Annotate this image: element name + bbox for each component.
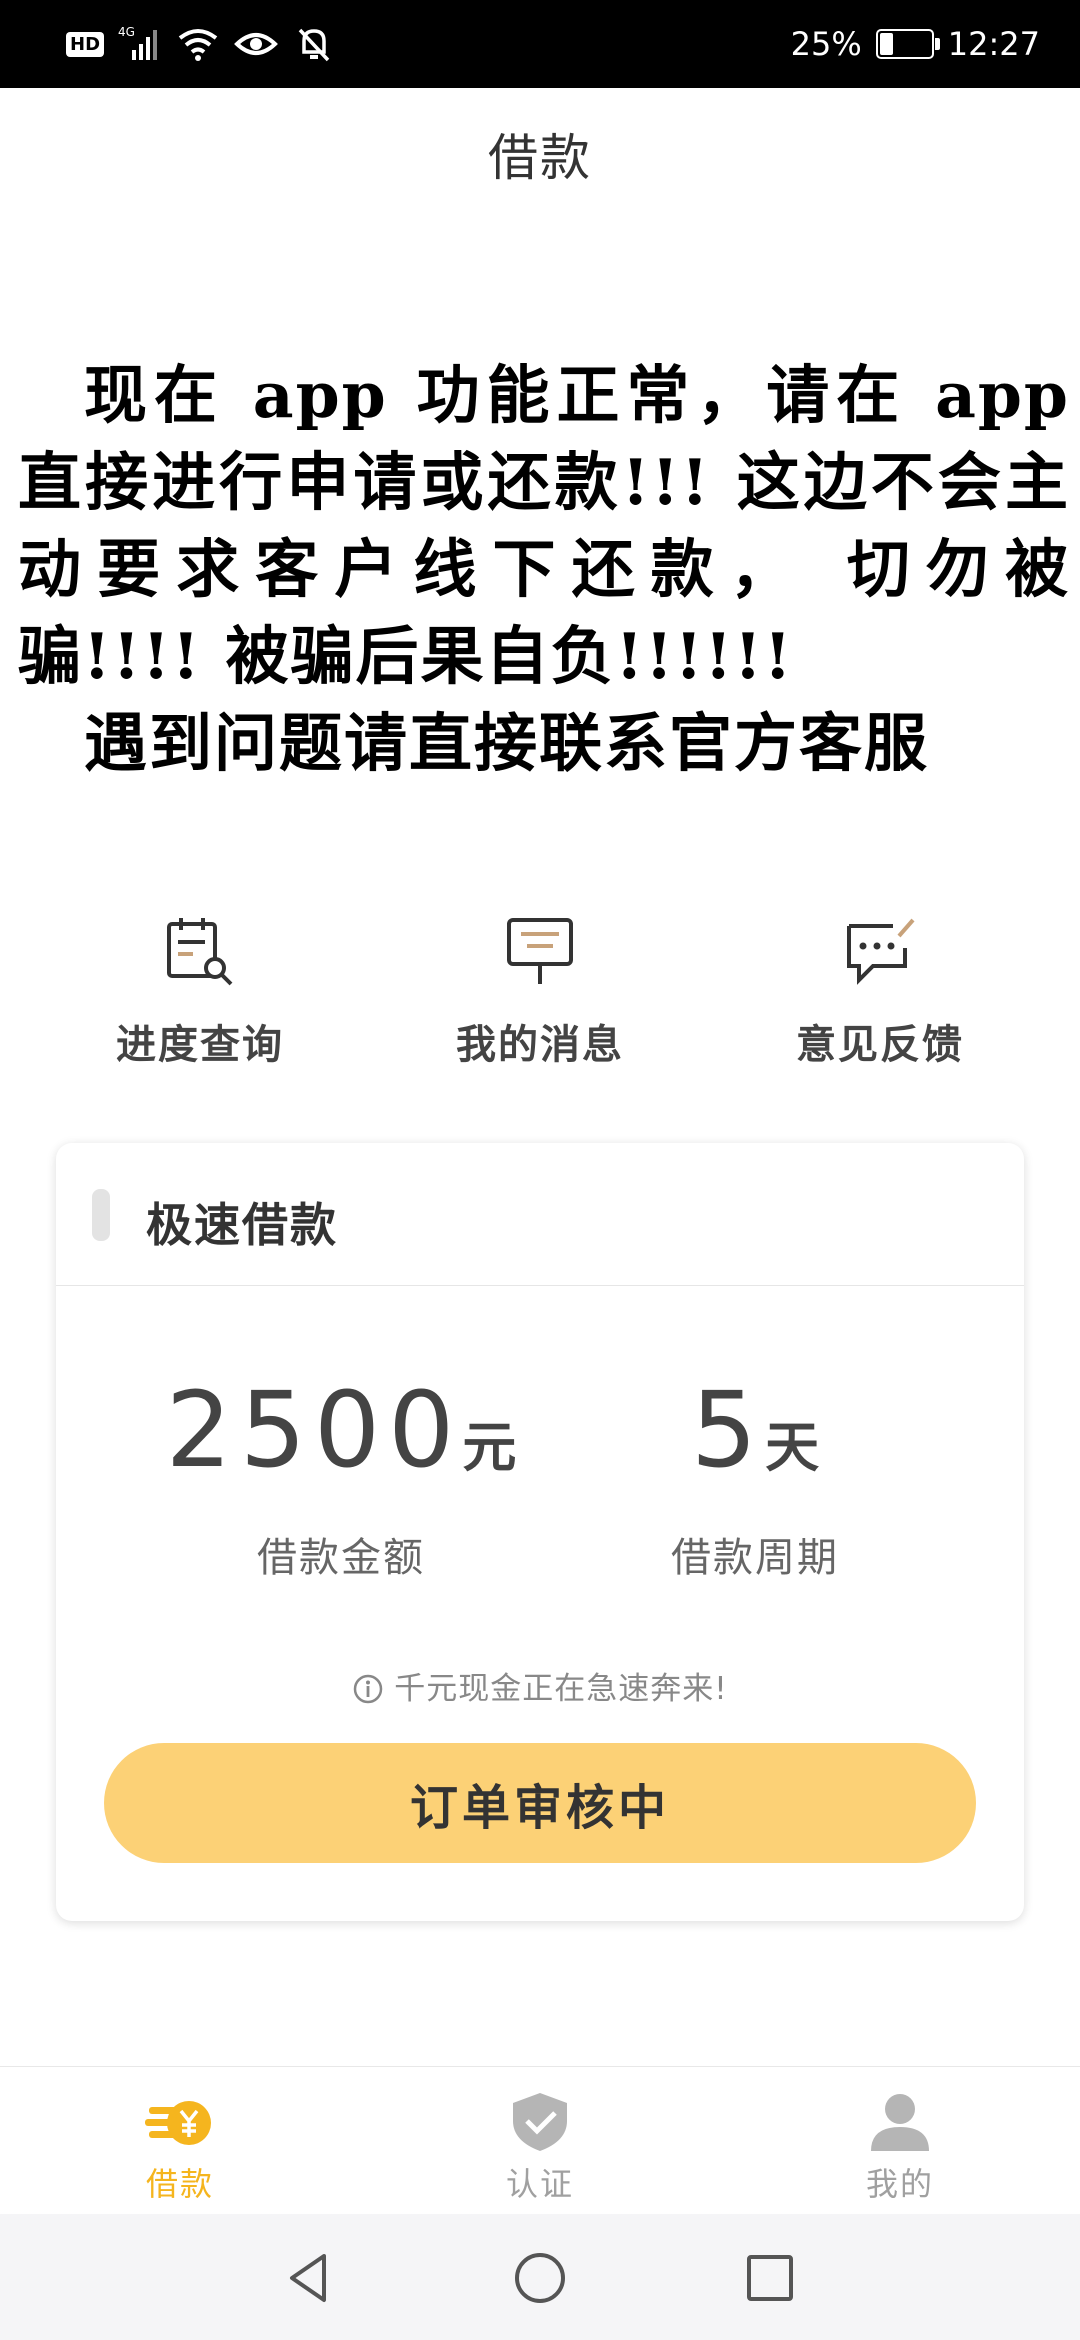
loan-card: 极速借款 2500元 借款金额 5天 借款周期 千元现金正在急速奔来! 订单审核… [56, 1143, 1024, 1921]
loan-period-value: 5 [690, 1369, 766, 1491]
card-title-marker [92, 1189, 110, 1241]
battery-percent: 25% [790, 25, 862, 63]
shortcut-progress-query[interactable]: 进度查询 [80, 912, 320, 1070]
nav-label: 借款 [145, 2165, 214, 2203]
bottom-nav: 借款 认证 我的 [0, 2066, 1080, 2215]
loan-period: 5天 借款周期 [540, 1375, 970, 1583]
loan-coin-icon [145, 2101, 211, 2145]
signal-icon: 4G [118, 25, 158, 60]
recents-icon[interactable] [740, 2248, 800, 2308]
card-title: 极速借款 [146, 1198, 338, 1252]
network-label: 4G [118, 25, 135, 39]
loan-amount-value-row: 2500元 [126, 1375, 556, 1503]
status-right: 25% 12:27 [791, 22, 1040, 66]
status-left: HD 4G [66, 22, 336, 66]
order-review-button[interactable]: 订单审核中 [104, 1743, 976, 1863]
wifi-icon [178, 29, 218, 61]
info-icon [354, 1674, 383, 1704]
loan-amount: 2500元 借款金额 [126, 1375, 556, 1583]
tip-row: 千元现金正在急速奔来! [56, 1663, 1024, 1708]
loan-amount-unit: 元 [462, 1416, 517, 1479]
nav-label: 我的 [865, 2165, 934, 2203]
nav-item-loan[interactable]: 借款 [80, 2089, 280, 2205]
feedback-icon [847, 918, 915, 985]
loan-period-unit: 天 [765, 1416, 820, 1479]
battery-fill [879, 33, 893, 55]
page-title: 借款 [488, 129, 592, 187]
loan-amount-label: 借款金额 [257, 1535, 425, 1581]
shortcut-label: 意见反馈 [796, 1022, 964, 1068]
notice-paragraph-1: 现在 app 功能正常，请在 app 直接进行申请或还款!!! 这边不会主动要求… [18, 358, 1070, 693]
nav-label: 认证 [505, 2165, 574, 2203]
notice-text: 现在 app 功能正常，请在 app 直接进行申请或还款!!! 这边不会主动要求… [18, 352, 1070, 787]
progress-search-icon [167, 918, 233, 986]
notice-paragraph-2: 遇到问题请直接联系官方客服 [84, 706, 929, 780]
loan-period-value-row: 5天 [540, 1375, 970, 1503]
status-bar: HD 4G 25% 12:27 [0, 0, 1080, 88]
clock: 12:27 [947, 25, 1040, 63]
system-nav-bar [0, 2214, 1080, 2340]
battery-icon [875, 29, 940, 59]
eye-icon [234, 33, 278, 55]
tip-text: 千元现金正在急速奔来! [394, 1671, 728, 1707]
shortcut-my-messages[interactable]: 我的消息 [420, 912, 660, 1070]
card-header: 极速借款 [56, 1143, 1024, 1286]
shortcut-label: 进度查询 [116, 1022, 284, 1068]
nav-item-mine[interactable]: 我的 [800, 2089, 1000, 2205]
shortcut-label: 我的消息 [456, 1022, 624, 1068]
loan-amount-value: 2500 [165, 1369, 463, 1491]
loan-period-label: 借款周期 [671, 1535, 839, 1581]
nav-item-verify[interactable]: 认证 [440, 2089, 640, 2205]
back-icon[interactable] [280, 2248, 340, 2308]
home-icon[interactable] [510, 2248, 570, 2308]
shortcut-feedback[interactable]: 意见反馈 [760, 912, 1000, 1070]
hd-badge: HD [66, 31, 105, 57]
shortcut-row: 进度查询 我的消息 意见反馈 [0, 912, 1080, 1072]
message-icon [507, 918, 573, 984]
shield-check-icon [513, 2093, 567, 2151]
bell-off-icon [298, 28, 330, 62]
user-icon [871, 2094, 929, 2151]
